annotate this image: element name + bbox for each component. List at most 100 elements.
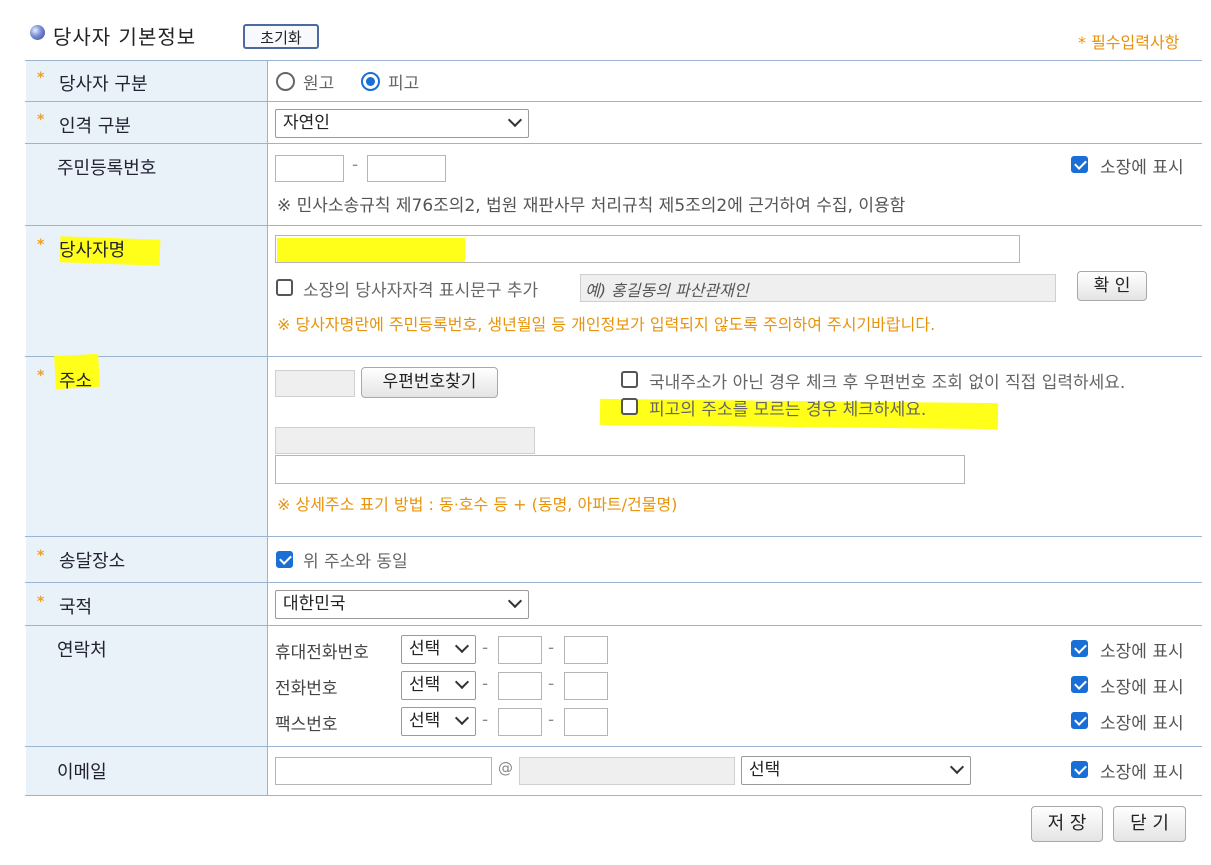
rrn-front-input[interactable]: [275, 155, 344, 182]
phone-show-label: 소장에 표시: [1100, 678, 1184, 698]
dash: -: [482, 638, 489, 658]
required-star-icon: *: [37, 112, 45, 128]
email-domain-select[interactable]: 선택: [741, 756, 971, 785]
address-format-note: ※ 상세주소 표기 방법 : 동·호수 등 + (동명, 아파트/건물명): [277, 495, 678, 514]
person-type-value: 자연인: [283, 113, 330, 133]
row-divider: [25, 582, 1202, 583]
phone-prefix-value: 선택: [409, 675, 441, 695]
mobile-show-checkbox[interactable]: [1071, 640, 1088, 657]
qualification-label: 소장의 당사자자격 표시문구 추가: [303, 281, 539, 301]
radio-defendant[interactable]: [361, 72, 380, 91]
required-star-icon: *: [37, 237, 45, 253]
fax-show-label: 소장에 표시: [1100, 714, 1184, 734]
fax-prefix-value: 선택: [409, 711, 441, 731]
person-type-select[interactable]: 자연인: [275, 109, 529, 138]
page-title: 당사자 기본정보: [53, 25, 197, 49]
row-divider: [25, 625, 1202, 626]
delivery-label: 송달장소: [59, 551, 126, 572]
fax-middle-input[interactable]: [498, 708, 542, 736]
dash: -: [548, 674, 555, 694]
mobile-last-input[interactable]: [564, 636, 608, 664]
qualification-placeholder: 예) 홍길동의 파산관재인: [585, 281, 749, 300]
radio-defendant-label: 피고: [388, 74, 420, 94]
mobile-show-label: 소장에 표시: [1100, 642, 1184, 662]
nationality-label: 국적: [59, 597, 93, 618]
dash: -: [482, 674, 489, 694]
chevron-down-icon: [949, 759, 965, 775]
fax-show-checkbox[interactable]: [1071, 712, 1088, 729]
confirm-button[interactable]: 확 인: [1077, 271, 1147, 301]
postcode-search-button[interactable]: 우편번호찾기: [361, 367, 498, 398]
phone-prefix-select[interactable]: 선택: [401, 671, 476, 700]
rrn-label: 주민등록번호: [57, 158, 157, 179]
required-star-icon: *: [37, 594, 45, 610]
address-label: 주소: [59, 371, 93, 392]
row-divider: [25, 143, 1202, 144]
dash: -: [482, 710, 489, 730]
rrn-dash: -: [352, 155, 359, 175]
party-type-label: 당사자 구분: [59, 74, 148, 95]
email-show-label: 소장에 표시: [1100, 763, 1184, 783]
reset-button[interactable]: 초기화: [243, 24, 319, 49]
required-note: * 필수입력사항: [1078, 33, 1180, 52]
person-type-label: 인격 구분: [59, 116, 131, 137]
title-bullet-icon: [30, 25, 45, 40]
rrn-legal-note: ※ 민사소송규칙 제76조의2, 법원 재판사무 처리규칙 제5조의2에 근거하…: [277, 196, 906, 216]
fax-label: 팩스번호: [275, 715, 338, 735]
phone-middle-input[interactable]: [498, 672, 542, 700]
personal-info-warning: ※ 당사자명란에 주민등록번호, 생년월일 등 개인정보가 입력되지 않도록 주…: [277, 315, 936, 334]
fax-last-input[interactable]: [564, 708, 608, 736]
chevron-down-icon: [454, 674, 470, 690]
save-button[interactable]: 저 장: [1031, 806, 1103, 842]
radio-plaintiff-label: 원고: [303, 74, 335, 94]
table-top-border: [25, 60, 1202, 61]
mobile-prefix-select[interactable]: 선택: [401, 635, 476, 664]
row-divider: [25, 101, 1202, 102]
table-bottom-border: [25, 795, 1202, 796]
dash: -: [548, 710, 555, 730]
chevron-down-icon: [454, 638, 470, 654]
row-divider: [25, 536, 1202, 537]
rrn-back-input[interactable]: [367, 155, 446, 182]
unknown-address-label: 피고의 주소를 모르는 경우 체크하세요.: [649, 400, 927, 420]
mobile-prefix-value: 선택: [409, 639, 441, 659]
radio-plaintiff[interactable]: [276, 72, 295, 91]
chevron-down-icon: [454, 710, 470, 726]
highlight-mark: [277, 238, 465, 262]
address-detail-input[interactable]: [275, 455, 965, 484]
phone-last-input[interactable]: [564, 672, 608, 700]
unknown-address-checkbox[interactable]: [621, 398, 638, 415]
qualification-input[interactable]: 예) 홍길동의 파산관재인: [580, 274, 1056, 302]
required-star-icon: *: [37, 368, 45, 384]
email-label: 이메일: [57, 762, 107, 783]
phone-show-checkbox[interactable]: [1071, 676, 1088, 693]
chevron-down-icon: [507, 112, 523, 128]
delivery-same-checkbox[interactable]: [276, 551, 293, 568]
chevron-down-icon: [507, 593, 523, 609]
nationality-select[interactable]: 대한민국: [275, 590, 529, 619]
column-divider: [267, 61, 268, 796]
required-star-icon: *: [37, 70, 45, 86]
qualification-checkbox[interactable]: [276, 279, 293, 296]
rrn-show-checkbox[interactable]: [1071, 156, 1088, 173]
email-show-checkbox[interactable]: [1071, 761, 1088, 778]
rrn-show-label: 소장에 표시: [1100, 158, 1184, 178]
address-main-input[interactable]: [275, 427, 535, 454]
email-at: @: [498, 759, 513, 777]
mobile-middle-input[interactable]: [498, 636, 542, 664]
row-divider: [25, 356, 1202, 357]
phone-label: 전화번호: [275, 679, 338, 699]
email-domain-input[interactable]: [519, 757, 735, 785]
row-divider: [25, 225, 1202, 226]
foreign-address-label: 국내주소가 아닌 경우 체크 후 우편번호 조회 없이 직접 입력하세요.: [649, 373, 1126, 393]
fax-prefix-select[interactable]: 선택: [401, 707, 476, 736]
dash: -: [548, 638, 555, 658]
close-button[interactable]: 닫 기: [1113, 806, 1186, 842]
party-name-label: 당사자명: [59, 240, 126, 261]
required-star-icon: *: [37, 548, 45, 564]
row-divider: [25, 746, 1202, 747]
email-id-input[interactable]: [275, 757, 492, 785]
postcode-input[interactable]: [275, 370, 355, 397]
nationality-value: 대한민국: [283, 594, 346, 614]
foreign-address-checkbox[interactable]: [621, 371, 638, 388]
